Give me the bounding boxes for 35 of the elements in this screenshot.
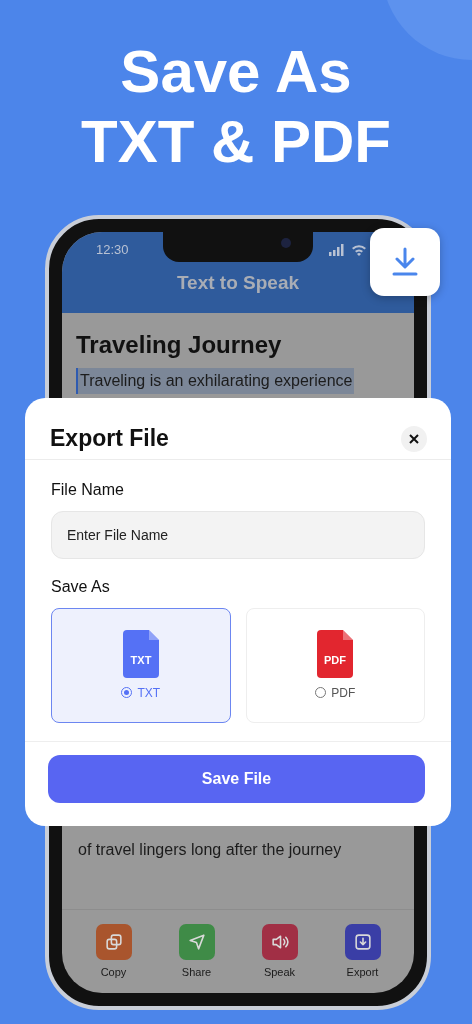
copy-icon xyxy=(103,932,124,952)
format-option[interactable]: TXT TXT xyxy=(51,608,231,723)
share-button[interactable] xyxy=(178,924,215,960)
copy-button[interactable] xyxy=(95,924,132,960)
camera-icon xyxy=(281,238,291,248)
toolbar-label: Export xyxy=(346,965,379,980)
download-icon xyxy=(391,247,419,277)
speak-icon xyxy=(269,932,290,952)
export-button[interactable] xyxy=(344,924,381,960)
share-icon xyxy=(186,932,207,952)
file-icon: TXT xyxy=(122,629,159,678)
section-label: Save As xyxy=(51,577,110,597)
speak-button[interactable] xyxy=(261,924,298,960)
save-button[interactable]: Save File xyxy=(48,755,425,803)
status-time: 12:30 xyxy=(96,240,129,259)
file-icon: PDF xyxy=(317,629,354,678)
export-icon xyxy=(352,932,373,952)
toolbar-label: Copy xyxy=(100,965,127,980)
close-icon xyxy=(409,433,419,444)
document-title: Traveling Journey xyxy=(76,331,282,360)
headline: Save As xyxy=(120,37,352,107)
document-text: of travel lingers long after the journey xyxy=(77,840,343,860)
format-label: PDF xyxy=(331,684,356,702)
toolbar-label: Speak xyxy=(263,965,296,980)
format-label: TXT xyxy=(137,684,161,702)
file-name-field[interactable]: Enter File Name xyxy=(51,511,425,559)
app-title: Text to Speak xyxy=(176,271,300,295)
field-label: File Name xyxy=(51,480,124,500)
close-button[interactable] xyxy=(401,425,427,452)
format-option[interactable]: PDF PDF xyxy=(245,608,425,723)
status-icons xyxy=(329,243,366,256)
document-text: Traveling is an exhilarating experience xyxy=(76,367,355,394)
toolbar-label: Share xyxy=(181,965,212,980)
dialog-title: Export File xyxy=(50,424,169,453)
headline: TXT & PDF xyxy=(81,107,391,177)
